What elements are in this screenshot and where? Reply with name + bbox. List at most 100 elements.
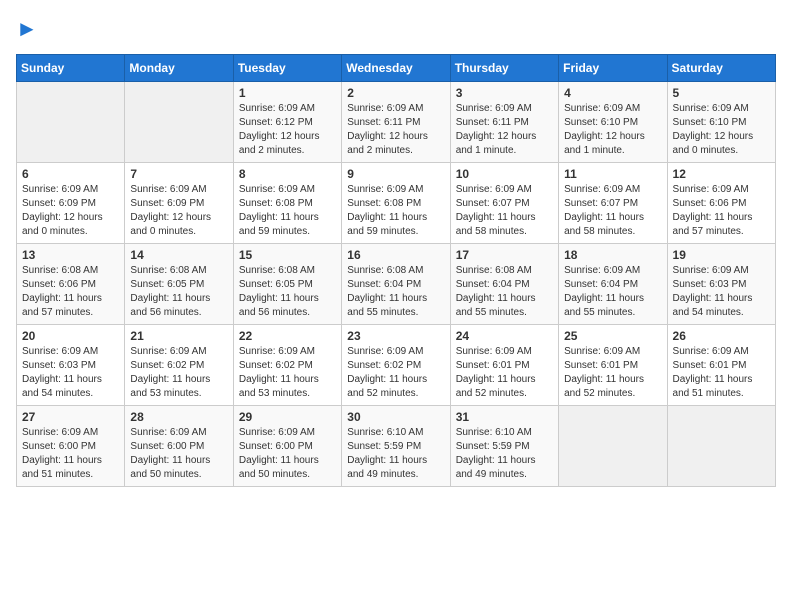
day-number: 14: [130, 248, 227, 262]
calendar-cell: 10 Sunrise: 6:09 AM Sunset: 6:07 PM Dayli…: [450, 163, 558, 244]
calendar-cell: 29Sunrise: 6:09 AM Sunset: 6:00 PM Dayli…: [233, 406, 341, 487]
day-number: 1: [239, 86, 336, 100]
day-number: 4: [564, 86, 661, 100]
calendar-cell: 14 Sunrise: 6:08 AM Sunset: 6:05 PM Dayli…: [125, 244, 233, 325]
day-info: Sunrise: 6:08 AM Sunset: 6:05 PM Dayligh…: [239, 264, 336, 320]
day-number: 7: [130, 167, 227, 181]
day-number: 9: [347, 167, 444, 181]
day-info: Sunrise: 6:09 AM Sunset: 6:08 PM Dayligh…: [239, 183, 336, 239]
day-number: 20: [22, 329, 119, 343]
day-number: 31: [456, 410, 553, 424]
day-info: Sunrise: 6:09 AM Sunset: 6:12 PM Dayligh…: [239, 102, 336, 158]
day-info: Sunrise: 6:10 AM Sunset: 5:59 PM Dayligh…: [347, 426, 444, 482]
day-info: Sunrise: 6:09 AM Sunset: 6:08 PM Dayligh…: [347, 183, 444, 239]
calendar-body: 1 Sunrise: 6:09 AM Sunset: 6:12 PM Daylig…: [17, 82, 776, 487]
day-number: 23: [347, 329, 444, 343]
day-info: Sunrise: 6:09 AM Sunset: 6:10 PM Dayligh…: [564, 102, 661, 158]
day-info: Sunrise: 6:09 AM Sunset: 6:01 PM Dayligh…: [456, 345, 553, 401]
day-info: Sunrise: 6:09 AM Sunset: 6:01 PM Dayligh…: [564, 345, 661, 401]
calendar-cell: 8 Sunrise: 6:09 AM Sunset: 6:08 PM Daylig…: [233, 163, 341, 244]
day-info: Sunrise: 6:09 AM Sunset: 6:06 PM Dayligh…: [673, 183, 770, 239]
day-number: 21: [130, 329, 227, 343]
day-info: Sunrise: 6:09 AM Sunset: 6:02 PM Dayligh…: [239, 345, 336, 401]
day-number: 25: [564, 329, 661, 343]
day-info: Sunrise: 6:09 AM Sunset: 6:11 PM Dayligh…: [456, 102, 553, 158]
calendar-week-3: 13Sunrise: 6:08 AM Sunset: 6:06 PM Dayli…: [17, 244, 776, 325]
day-number: 26: [673, 329, 770, 343]
calendar-cell: 6Sunrise: 6:09 AM Sunset: 6:09 PM Daylig…: [17, 163, 125, 244]
day-number: 3: [456, 86, 553, 100]
calendar-cell: 30 Sunrise: 6:10 AM Sunset: 5:59 PM Dayli…: [342, 406, 450, 487]
calendar-cell: 25 Sunrise: 6:09 AM Sunset: 6:01 PM Dayli…: [559, 325, 667, 406]
day-info: Sunrise: 6:09 AM Sunset: 6:03 PM Dayligh…: [22, 345, 119, 401]
day-number: 10: [456, 167, 553, 181]
calendar-cell: 18 Sunrise: 6:09 AM Sunset: 6:04 PM Dayli…: [559, 244, 667, 325]
calendar-table: SundayMondayTuesdayWednesdayThursdayFrid…: [16, 54, 776, 487]
calendar-week-2: 6Sunrise: 6:09 AM Sunset: 6:09 PM Daylig…: [17, 163, 776, 244]
day-number: 2: [347, 86, 444, 100]
day-number: 18: [564, 248, 661, 262]
day-number: 15: [239, 248, 336, 262]
weekday-header-monday: Monday: [125, 55, 233, 82]
day-info: Sunrise: 6:08 AM Sunset: 6:04 PM Dayligh…: [347, 264, 444, 320]
day-number: 30: [347, 410, 444, 424]
weekday-header-friday: Friday: [559, 55, 667, 82]
day-info: Sunrise: 6:08 AM Sunset: 6:05 PM Dayligh…: [130, 264, 227, 320]
day-info: Sunrise: 6:10 AM Sunset: 5:59 PM Dayligh…: [456, 426, 553, 482]
day-number: 27: [22, 410, 119, 424]
calendar-cell: 20 Sunrise: 6:09 AM Sunset: 6:03 PM Dayli…: [17, 325, 125, 406]
day-info: Sunrise: 6:09 AM Sunset: 6:02 PM Dayligh…: [347, 345, 444, 401]
weekday-header-sunday: Sunday: [17, 55, 125, 82]
day-info: Sunrise: 6:09 AM Sunset: 6:01 PM Dayligh…: [673, 345, 770, 401]
day-number: 22: [239, 329, 336, 343]
calendar-cell: [559, 406, 667, 487]
day-info: Sunrise: 6:09 AM Sunset: 6:07 PM Dayligh…: [456, 183, 553, 239]
day-info: Sunrise: 6:09 AM Sunset: 6:03 PM Dayligh…: [673, 264, 770, 320]
day-number: 16: [347, 248, 444, 262]
day-info: Sunrise: 6:09 AM Sunset: 6:00 PM Dayligh…: [239, 426, 336, 482]
calendar-cell: 2Sunrise: 6:09 AM Sunset: 6:11 PM Daylig…: [342, 82, 450, 163]
calendar-cell: 26 Sunrise: 6:09 AM Sunset: 6:01 PM Dayli…: [667, 325, 775, 406]
day-info: Sunrise: 6:08 AM Sunset: 6:06 PM Dayligh…: [22, 264, 119, 320]
day-number: 8: [239, 167, 336, 181]
calendar-cell: 31 Sunrise: 6:10 AM Sunset: 5:59 PM Dayli…: [450, 406, 558, 487]
day-info: Sunrise: 6:09 AM Sunset: 6:10 PM Dayligh…: [673, 102, 770, 158]
day-info: Sunrise: 6:08 AM Sunset: 6:04 PM Dayligh…: [456, 264, 553, 320]
calendar-cell: 21 Sunrise: 6:09 AM Sunset: 6:02 PM Dayli…: [125, 325, 233, 406]
calendar-cell: 28Sunrise: 6:09 AM Sunset: 6:00 PM Dayli…: [125, 406, 233, 487]
calendar-cell: 15 Sunrise: 6:08 AM Sunset: 6:05 PM Dayli…: [233, 244, 341, 325]
day-number: 28: [130, 410, 227, 424]
day-info: Sunrise: 6:09 AM Sunset: 6:00 PM Dayligh…: [22, 426, 119, 482]
calendar-week-1: 1 Sunrise: 6:09 AM Sunset: 6:12 PM Daylig…: [17, 82, 776, 163]
calendar-week-4: 20 Sunrise: 6:09 AM Sunset: 6:03 PM Dayli…: [17, 325, 776, 406]
calendar-cell: 3 Sunrise: 6:09 AM Sunset: 6:11 PM Daylig…: [450, 82, 558, 163]
calendar-week-5: 27 Sunrise: 6:09 AM Sunset: 6:00 PM Dayli…: [17, 406, 776, 487]
logo: ►: [16, 16, 38, 42]
calendar-cell: 23 Sunrise: 6:09 AM Sunset: 6:02 PM Dayli…: [342, 325, 450, 406]
day-info: Sunrise: 6:09 AM Sunset: 6:09 PM Dayligh…: [22, 183, 119, 239]
calendar-cell: 13Sunrise: 6:08 AM Sunset: 6:06 PM Dayli…: [17, 244, 125, 325]
day-number: 12: [673, 167, 770, 181]
calendar-cell: 16 Sunrise: 6:08 AM Sunset: 6:04 PM Dayli…: [342, 244, 450, 325]
calendar-cell: [17, 82, 125, 163]
weekday-header-saturday: Saturday: [667, 55, 775, 82]
calendar-cell: 19 Sunrise: 6:09 AM Sunset: 6:03 PM Dayli…: [667, 244, 775, 325]
calendar-cell: 7 Sunrise: 6:09 AM Sunset: 6:09 PM Daylig…: [125, 163, 233, 244]
calendar-cell: 4 Sunrise: 6:09 AM Sunset: 6:10 PM Daylig…: [559, 82, 667, 163]
calendar-cell: [667, 406, 775, 487]
day-info: Sunrise: 6:09 AM Sunset: 6:04 PM Dayligh…: [564, 264, 661, 320]
logo-bird-icon: ►: [16, 16, 38, 41]
calendar-cell: 24 Sunrise: 6:09 AM Sunset: 6:01 PM Dayli…: [450, 325, 558, 406]
day-number: 19: [673, 248, 770, 262]
weekday-header-wednesday: Wednesday: [342, 55, 450, 82]
calendar-cell: 11 Sunrise: 6:09 AM Sunset: 6:07 PM Dayli…: [559, 163, 667, 244]
day-info: Sunrise: 6:09 AM Sunset: 6:07 PM Dayligh…: [564, 183, 661, 239]
day-number: 24: [456, 329, 553, 343]
day-number: 11: [564, 167, 661, 181]
day-info: Sunrise: 6:09 AM Sunset: 6:09 PM Dayligh…: [130, 183, 227, 239]
page-header: ►: [16, 16, 776, 42]
day-info: Sunrise: 6:09 AM Sunset: 6:02 PM Dayligh…: [130, 345, 227, 401]
weekday-header-tuesday: Tuesday: [233, 55, 341, 82]
calendar-cell: 27 Sunrise: 6:09 AM Sunset: 6:00 PM Dayli…: [17, 406, 125, 487]
calendar-cell: [125, 82, 233, 163]
